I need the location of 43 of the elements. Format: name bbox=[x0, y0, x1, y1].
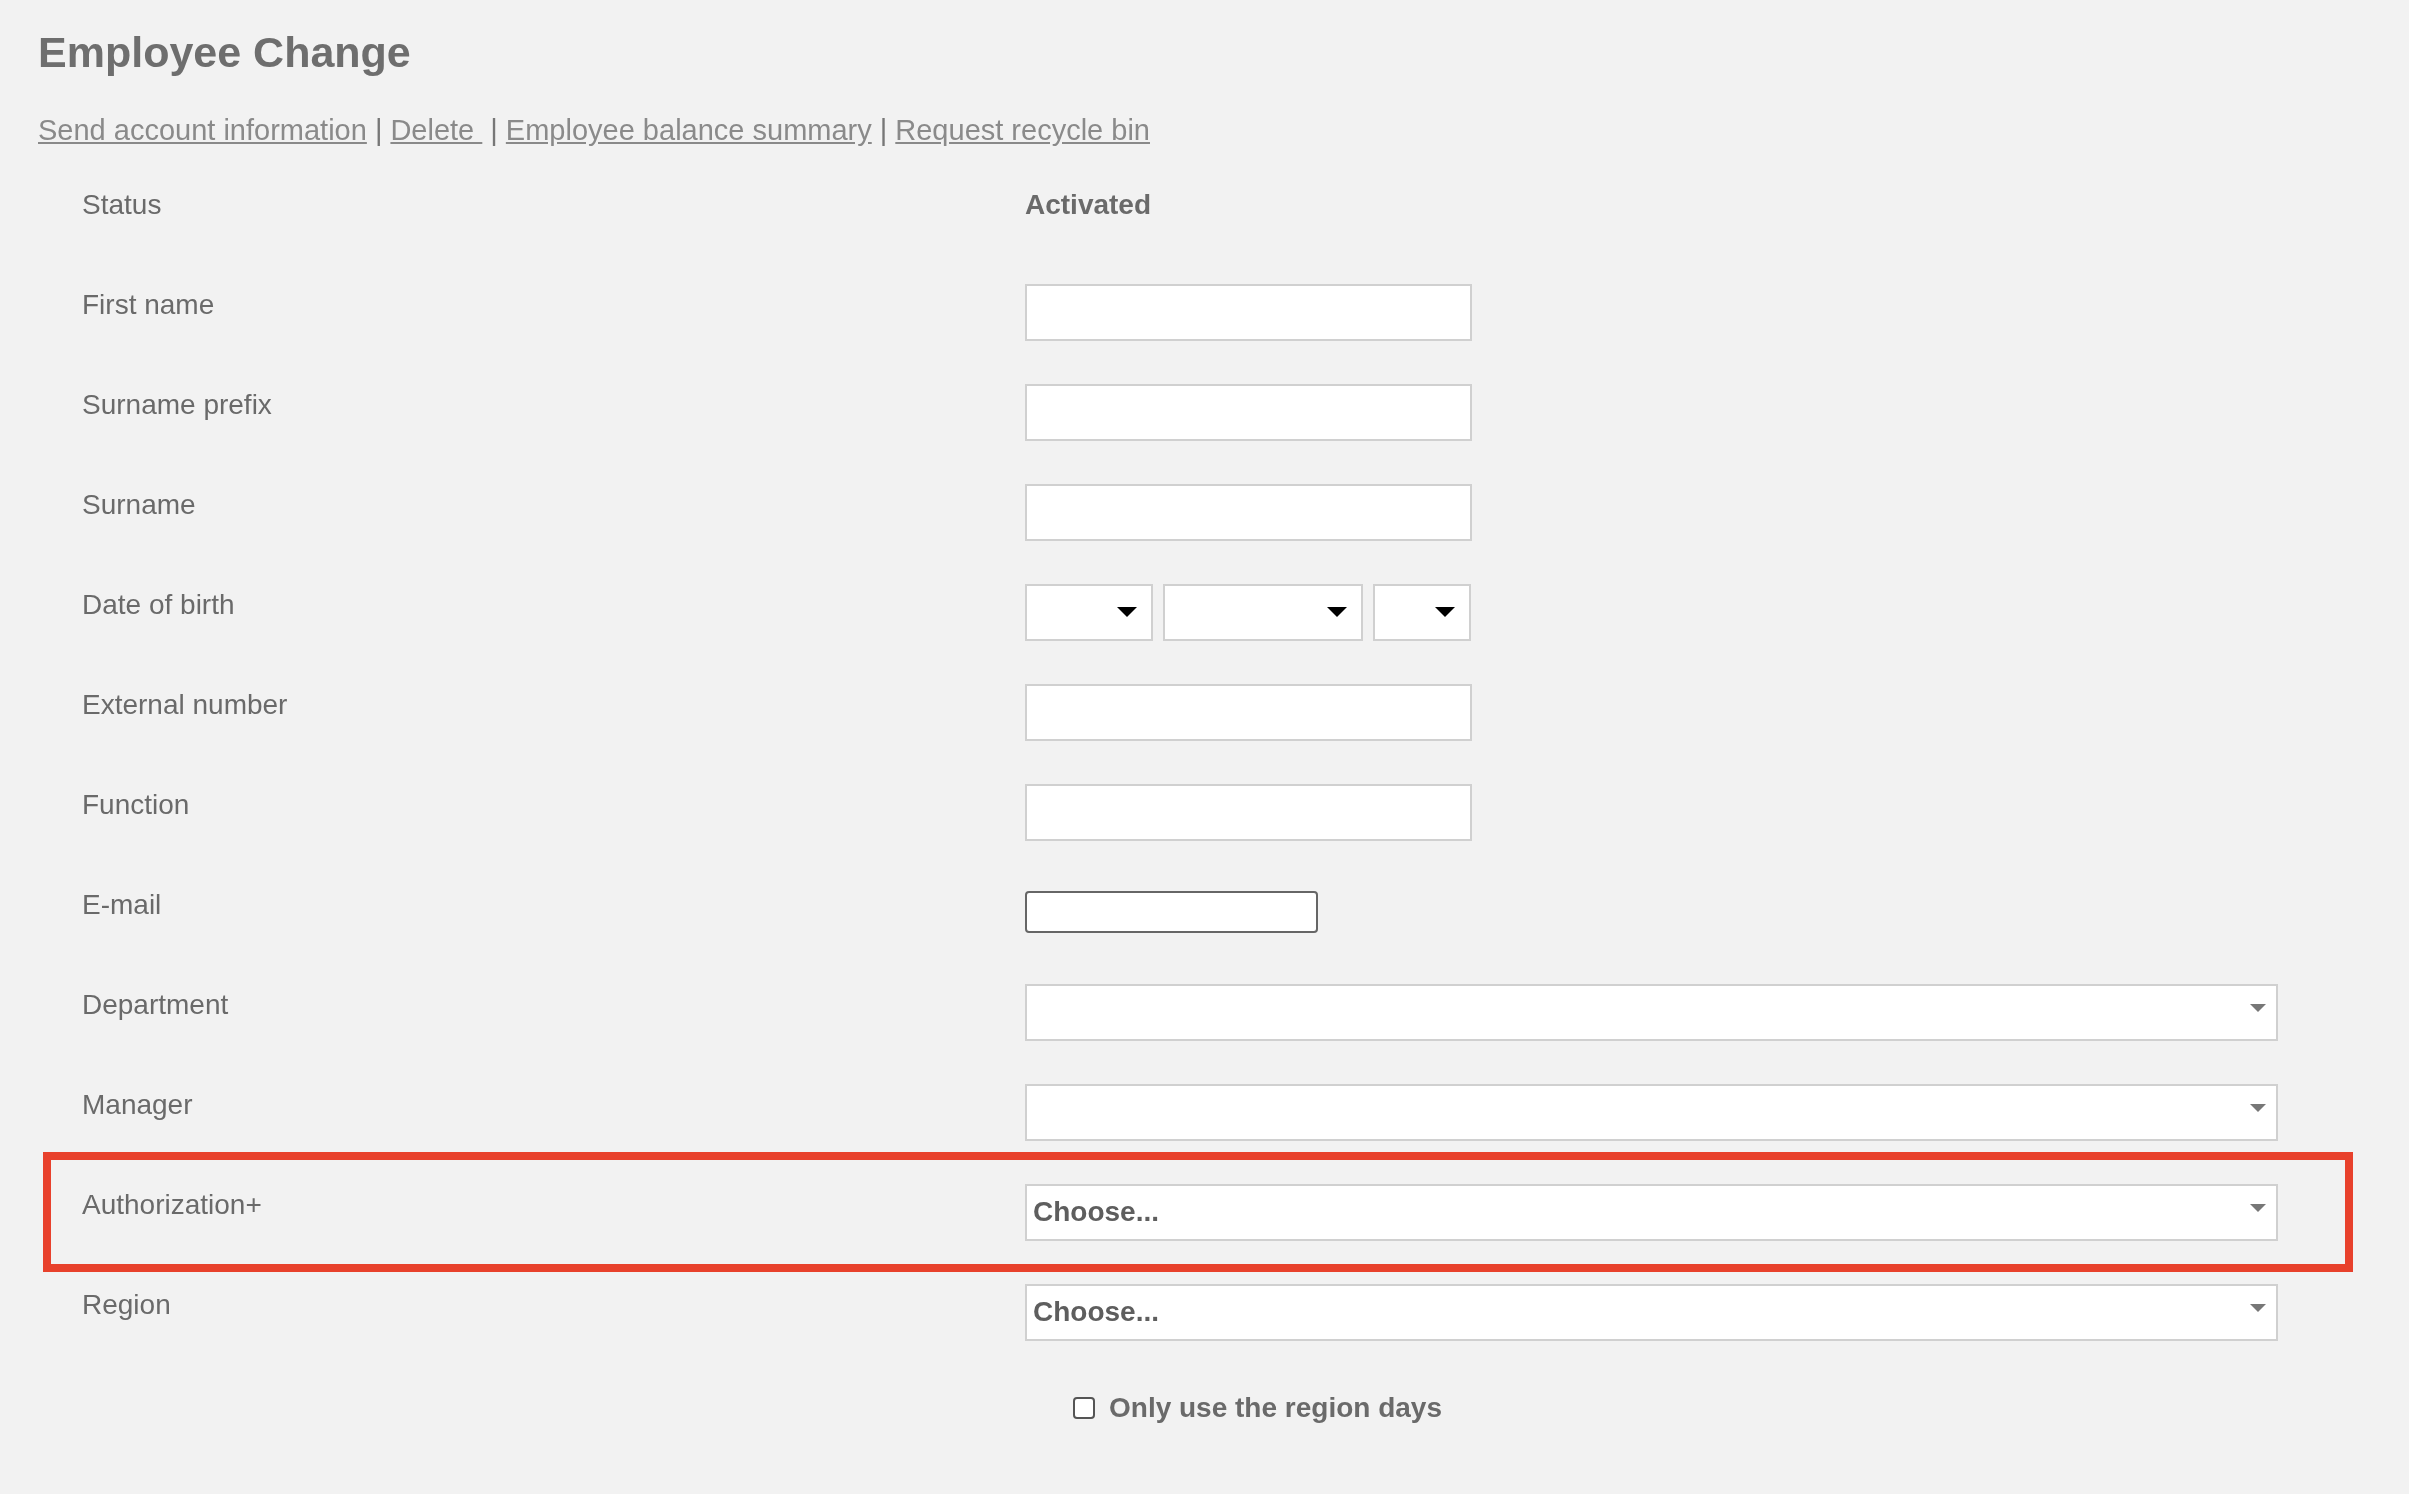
page-title: Employee Change bbox=[38, 27, 412, 78]
field-label: Surname bbox=[82, 489, 197, 522]
field-label: First name bbox=[82, 289, 216, 322]
field-label: E-mail bbox=[82, 889, 163, 922]
field-label: Authorization+ bbox=[82, 1189, 263, 1222]
link-separator: | bbox=[490, 113, 498, 148]
field-label: Region bbox=[82, 1289, 172, 1322]
date-dropdown[interactable] bbox=[1163, 583, 1363, 641]
action-link[interactable]: Employee balance summary bbox=[505, 110, 872, 150]
checkbox-label: Only use the region days bbox=[1109, 1392, 1442, 1424]
caret-icon bbox=[1435, 607, 1455, 617]
dropdown-field[interactable] bbox=[1025, 1083, 2278, 1141]
caret-icon bbox=[2250, 1004, 2266, 1012]
text-input-field[interactable] bbox=[1025, 683, 1472, 741]
field-label: Date of birth bbox=[82, 589, 236, 622]
link-separator: | bbox=[879, 113, 888, 148]
field-label: Function bbox=[82, 789, 191, 822]
action-link[interactable]: Request recycle bin bbox=[895, 110, 1150, 150]
email-input-field[interactable] bbox=[1025, 891, 1318, 933]
status-value: Activated bbox=[1025, 189, 1152, 222]
action-link[interactable]: Send account information bbox=[38, 110, 367, 150]
field-label: Status bbox=[82, 189, 163, 222]
caret-icon bbox=[1117, 607, 1137, 617]
action-link[interactable]: Delete bbox=[390, 110, 483, 150]
checkbox[interactable] bbox=[1073, 1397, 1095, 1419]
field-label: Department bbox=[82, 989, 230, 1022]
text-input-field[interactable] bbox=[1025, 283, 1472, 341]
link-separator: | bbox=[374, 113, 383, 148]
dropdown-field[interactable] bbox=[1025, 983, 2278, 1041]
field-label: External number bbox=[82, 689, 289, 722]
field-label: Manager bbox=[82, 1089, 194, 1122]
field-label: Surname prefix bbox=[82, 389, 273, 422]
date-dropdown[interactable] bbox=[1025, 583, 1153, 641]
caret-icon bbox=[1327, 607, 1347, 617]
caret-icon bbox=[2250, 1304, 2266, 1312]
dropdown-field[interactable]: Choose... bbox=[1025, 1183, 2278, 1241]
date-dropdown[interactable] bbox=[1373, 583, 1471, 641]
caret-icon bbox=[2250, 1204, 2266, 1212]
text-input-field[interactable] bbox=[1025, 483, 1472, 541]
caret-icon bbox=[2250, 1104, 2266, 1112]
text-input-field[interactable] bbox=[1025, 383, 1472, 441]
text-input-field[interactable] bbox=[1025, 783, 1472, 841]
dropdown-field[interactable]: Choose... bbox=[1025, 1283, 2278, 1341]
